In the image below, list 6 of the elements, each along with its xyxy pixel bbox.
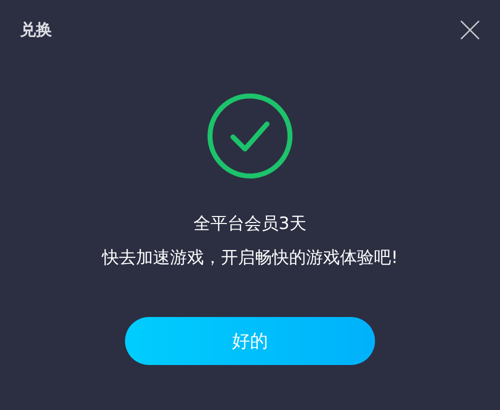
check-circle-icon — [207, 93, 293, 179]
window-title: 兑换 — [20, 19, 52, 41]
message-text: 快去加速游戏，开启畅快的游戏体验吧! — [102, 247, 398, 269]
ok-button[interactable]: 好的 — [125, 317, 375, 365]
reward-title: 全平台会员3天 — [194, 213, 306, 235]
close-icon[interactable] — [460, 20, 480, 40]
